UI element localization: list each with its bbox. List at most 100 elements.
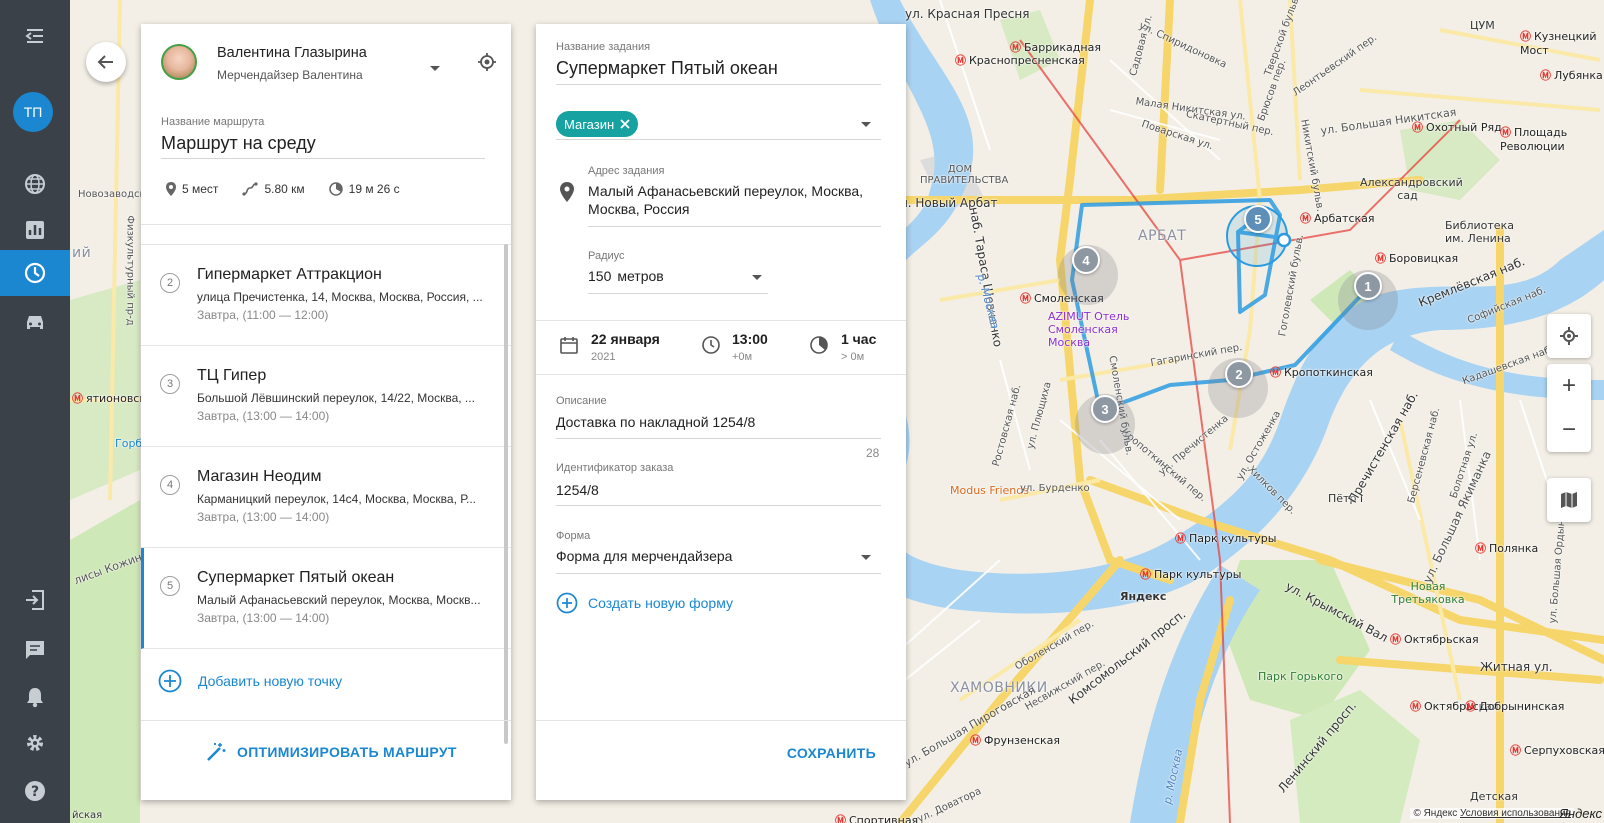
sidebar-item-help[interactable]: ? xyxy=(0,768,70,814)
tags-dropdown-arrow[interactable] xyxy=(861,122,871,127)
add-point-button[interactable]: Добавить новую точку xyxy=(158,669,342,693)
route-point-4[interactable]: 4 Магазин Неодим Карманицкий переулок, 1… xyxy=(141,447,511,548)
map-label: Баррикадная xyxy=(1010,39,1101,55)
zoom-in-button[interactable]: + xyxy=(1547,364,1591,408)
radius-select[interactable]: 150 метров xyxy=(588,268,768,294)
sidebar-item-logout[interactable] xyxy=(0,577,70,623)
point-address: Карманицкий переулок, 14с4, Москва, Моск… xyxy=(197,492,477,506)
map-layers-icon xyxy=(1561,492,1577,508)
map-layers-button[interactable] xyxy=(1547,478,1591,522)
timer-icon xyxy=(328,182,343,196)
description-label: Описание xyxy=(556,395,607,407)
radius-unit: метров xyxy=(617,268,664,284)
task-name-input[interactable]: Супермаркет Пятый океан xyxy=(556,58,778,79)
tag-chip[interactable]: Магазин xyxy=(556,111,639,137)
form-label: Форма xyxy=(556,530,591,542)
map-label: ул. Красная Пресня xyxy=(905,7,1030,21)
map-label: ЦУМ xyxy=(1470,19,1495,32)
header-divider xyxy=(141,224,511,225)
map-label: Октябрьская xyxy=(1390,631,1479,647)
help-icon: ? xyxy=(25,781,45,801)
clock-icon xyxy=(702,336,720,354)
arrow-left-icon xyxy=(97,55,113,69)
sidebar-item-settings[interactable] xyxy=(0,720,70,766)
sidebar-item-transport[interactable] xyxy=(0,300,70,346)
yandex-logo: Яндекс xyxy=(1559,806,1602,821)
optimize-route-button[interactable]: ОПТИМИЗИРОВАТЬ МАРШРУТ xyxy=(205,741,457,763)
locate-user-button[interactable] xyxy=(477,52,497,72)
user-dropdown-arrow[interactable] xyxy=(430,66,440,71)
locate-icon xyxy=(478,53,496,71)
gear-icon xyxy=(27,735,43,751)
map-label: ул. Бурденко xyxy=(1020,483,1090,494)
point-title: Супермаркет Пятый океан xyxy=(197,569,395,586)
chip-remove-icon[interactable] xyxy=(620,119,630,129)
sidebar-collapse-button[interactable] xyxy=(0,13,70,59)
point-title: Магазин Неодим xyxy=(197,468,322,485)
task-duration[interactable]: 1 час xyxy=(841,331,876,347)
map-label: ДОМ ПРАВИТЕЛЬСТВА xyxy=(920,164,1009,186)
terms-link[interactable]: Условия использования xyxy=(1460,808,1571,819)
task-address-line-1[interactable]: Малый Афанасьевский переулок, Москва, xyxy=(588,183,863,199)
sidebar-item-routes[interactable] xyxy=(0,250,70,296)
tag-chip-label: Магазин xyxy=(564,116,615,132)
map-label: Фрунзенская xyxy=(970,732,1060,748)
order-id-input[interactable]: 1254/8 xyxy=(556,482,599,498)
route-points-list: 2 Гипермаркет Аттракцион улица Пречистен… xyxy=(141,244,511,714)
create-form-button[interactable]: Создать новую форму xyxy=(556,592,733,614)
map-label: AZIMUT Отель Смоленская Москва xyxy=(1048,310,1130,349)
map-label: АРБАТ xyxy=(1138,228,1187,244)
point-time: Завтра, (13:00 — 14:00) xyxy=(197,611,330,625)
add-point-label: Добавить новую точку xyxy=(198,673,343,689)
duration-icon xyxy=(810,336,828,354)
save-button[interactable]: СОХРАНИТЬ xyxy=(787,745,876,761)
globe-icon xyxy=(25,174,45,194)
map-label: Житная ул. xyxy=(1480,660,1553,674)
map-label: Физкультурный пр-д xyxy=(124,215,136,326)
point-number: 3 xyxy=(160,374,180,394)
app-sidebar: ТП ? xyxy=(0,0,70,823)
sidebar-item-map[interactable] xyxy=(0,161,70,207)
route-marker-1[interactable]: 1 xyxy=(1354,272,1382,300)
map-label: Парк Горького xyxy=(1258,670,1343,683)
map-label: Парк культуры xyxy=(1175,530,1276,546)
list-scrollbar[interactable] xyxy=(504,244,508,744)
task-date[interactable]: 22 января xyxy=(591,331,660,347)
user-avatar[interactable]: ТП xyxy=(13,92,53,132)
route-name-input[interactable]: Маршрут на среду xyxy=(161,133,316,154)
task-panel: Название задания Супермаркет Пятый океан… xyxy=(536,24,906,800)
route-marker-3[interactable]: 3 xyxy=(1091,395,1119,423)
sidebar-item-analytics[interactable] xyxy=(0,207,70,253)
map-copyright: © Яндекс Условия использования xyxy=(1410,808,1574,819)
map-label: Арбатская xyxy=(1300,210,1375,226)
route-marker-5[interactable]: 5 xyxy=(1244,205,1272,233)
sidebar-item-notifications[interactable] xyxy=(0,674,70,720)
task-address-line-2[interactable]: Москва, Россия xyxy=(588,201,690,217)
route-stats: 5 мест 5.80 км 19 м 26 с xyxy=(166,182,400,196)
stat-places: 5 мест xyxy=(166,182,218,196)
pin-icon xyxy=(166,182,176,196)
sidebar-item-chat[interactable] xyxy=(0,627,70,673)
map-zoom-controls: + − xyxy=(1547,364,1591,452)
create-form-label: Создать новую форму xyxy=(588,595,734,611)
route-name-label: Название маршрута xyxy=(161,116,265,128)
task-panel-footer: СОХРАНИТЬ xyxy=(536,720,906,800)
magic-wand-icon xyxy=(207,743,226,761)
route-marker-4[interactable]: 4 xyxy=(1072,246,1100,274)
task-name-label: Название задания xyxy=(556,41,651,53)
point-time: Завтра, (11:00 — 12:00) xyxy=(197,308,329,322)
back-button[interactable] xyxy=(86,42,126,82)
route-point-2[interactable]: 2 Гипермаркет Аттракцион улица Пречистен… xyxy=(141,245,511,346)
route-point-5[interactable]: 5 Супермаркет Пятый океан Малый Афанасье… xyxy=(141,548,511,649)
form-select[interactable]: Форма для мерчендайзера xyxy=(556,548,881,574)
map-label: ий xyxy=(72,245,92,261)
task-time[interactable]: 13:00 xyxy=(732,331,768,347)
map-geolocate-button[interactable] xyxy=(1547,314,1591,358)
route-panel: Валентина Глазырина Мерчендайзер Валенти… xyxy=(141,24,511,800)
route-marker-2[interactable]: 2 xyxy=(1225,360,1253,388)
form-select-value: Форма для мерчендайзера xyxy=(556,548,733,564)
zoom-out-button[interactable]: − xyxy=(1547,408,1591,452)
map-label: Новая Третьяковка xyxy=(1391,580,1465,606)
route-point-3[interactable]: 3 ТЦ Гипер Большой Лёвшинский переулок, … xyxy=(141,346,511,447)
description-input[interactable]: Доставка по накладной 1254/8 xyxy=(556,414,755,430)
